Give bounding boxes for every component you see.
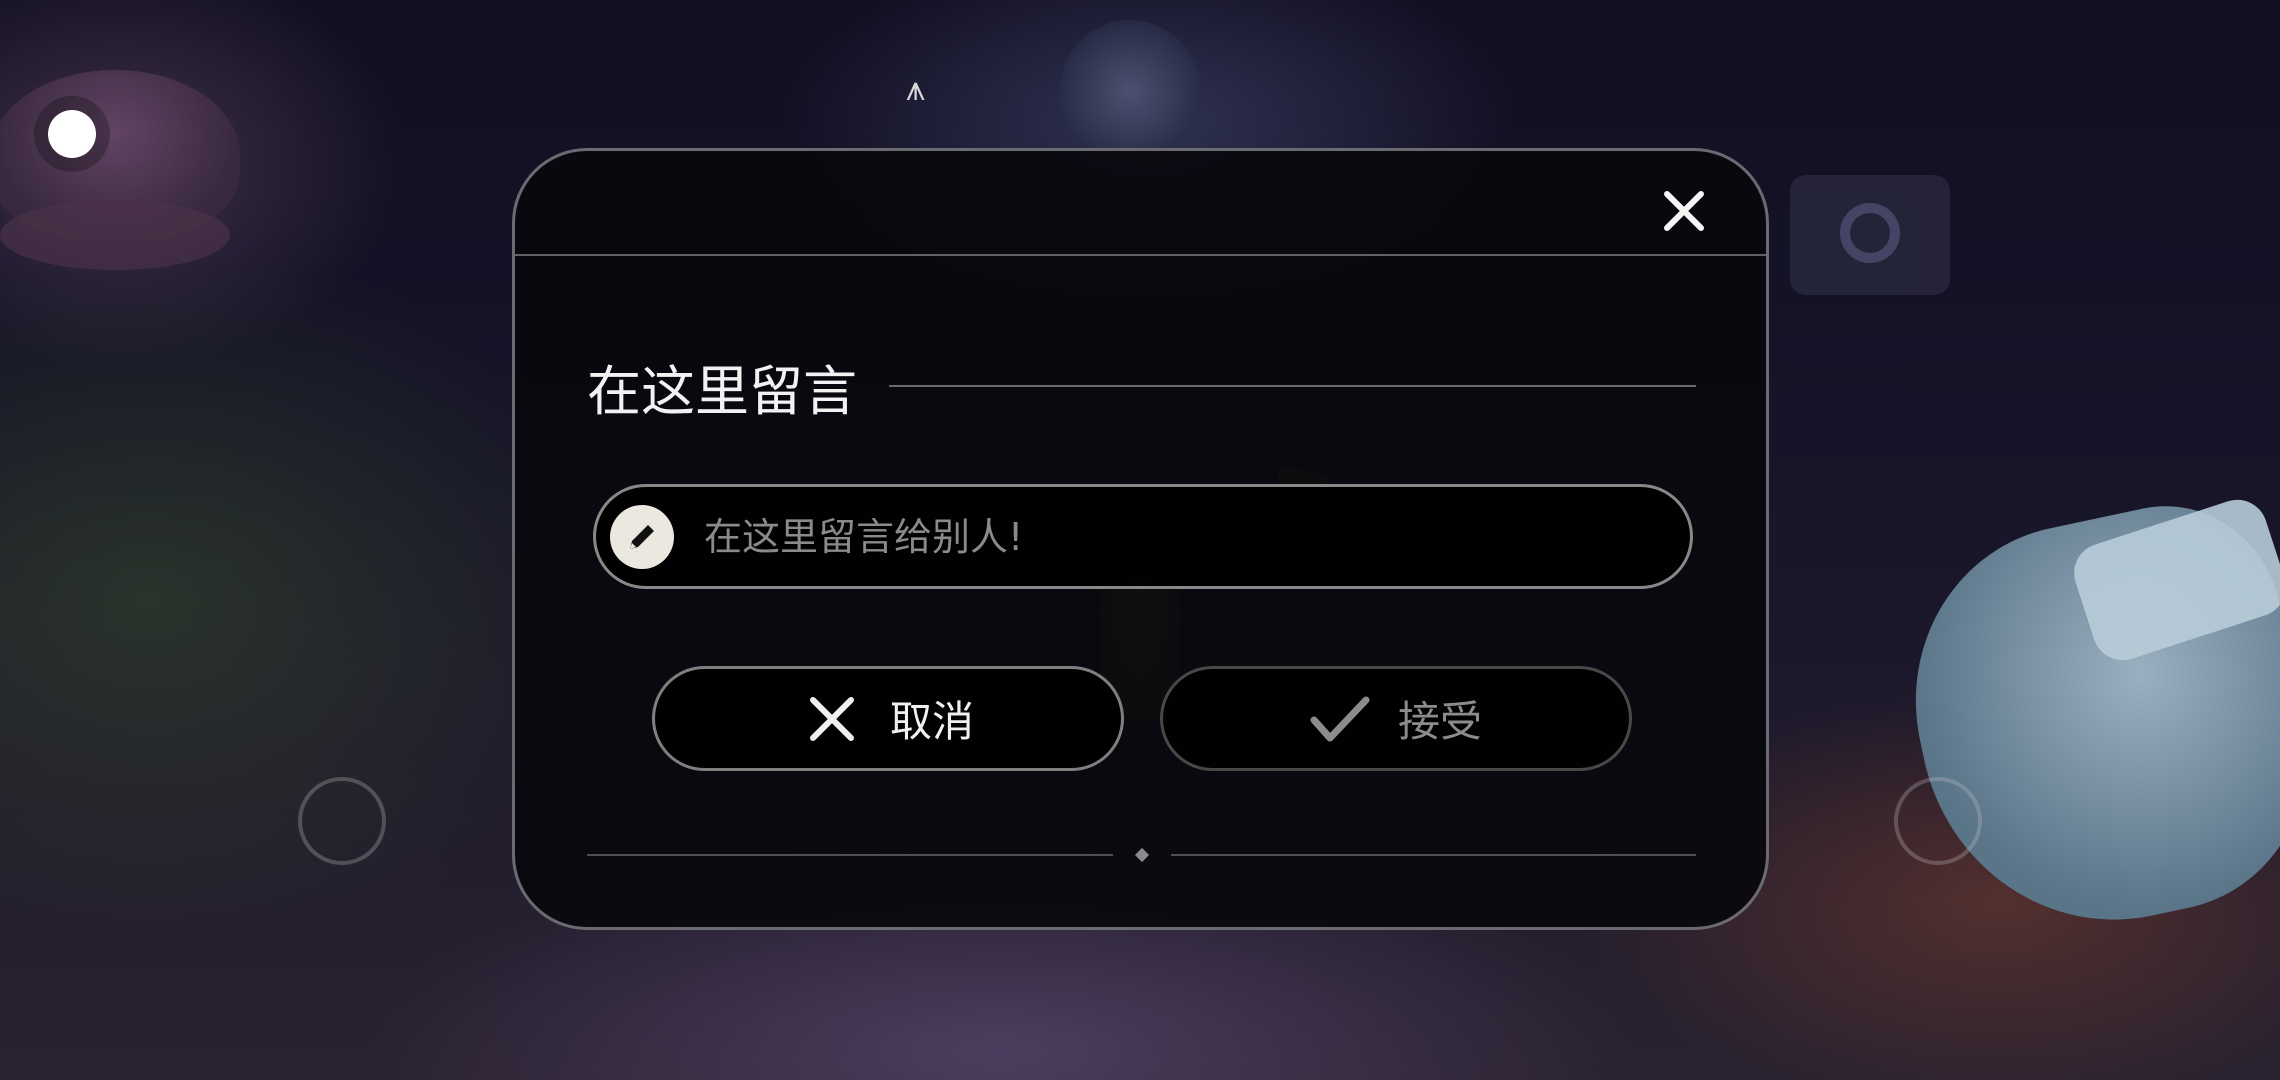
moon-prop xyxy=(1060,20,1200,160)
cancel-label: 取消 xyxy=(889,697,974,746)
accept-button[interactable]: 接受 xyxy=(1160,666,1632,771)
footer-line-right xyxy=(1170,854,1696,856)
footer-divider xyxy=(587,847,1696,863)
title-divider xyxy=(889,385,1696,387)
speaker-prop xyxy=(1790,175,1950,295)
message-input-container[interactable] xyxy=(593,484,1693,589)
bird-icon: ⩚ xyxy=(906,69,926,109)
close-button[interactable] xyxy=(1654,181,1714,241)
accept-label: 接受 xyxy=(1397,697,1482,746)
joystick-left[interactable] xyxy=(298,777,386,865)
pencil-icon xyxy=(610,504,674,569)
message-dialog: 在这里留言 取消 接受 xyxy=(512,148,1769,930)
pot-rim-prop xyxy=(0,200,230,270)
x-icon xyxy=(802,689,862,749)
cancel-button[interactable]: 取消 xyxy=(652,666,1124,771)
title-row: 在这里留言 xyxy=(587,346,1696,426)
diamond-icon xyxy=(1134,847,1149,863)
dialog-title: 在这里留言 xyxy=(587,359,857,423)
checkmark-icon xyxy=(1310,689,1370,749)
menu-dot-icon[interactable] xyxy=(48,110,96,158)
footer-line-left xyxy=(587,854,1113,856)
message-input[interactable] xyxy=(702,513,1660,560)
header-divider xyxy=(515,254,1766,256)
close-icon xyxy=(1664,191,1704,231)
joystick-right[interactable] xyxy=(1894,777,1982,865)
